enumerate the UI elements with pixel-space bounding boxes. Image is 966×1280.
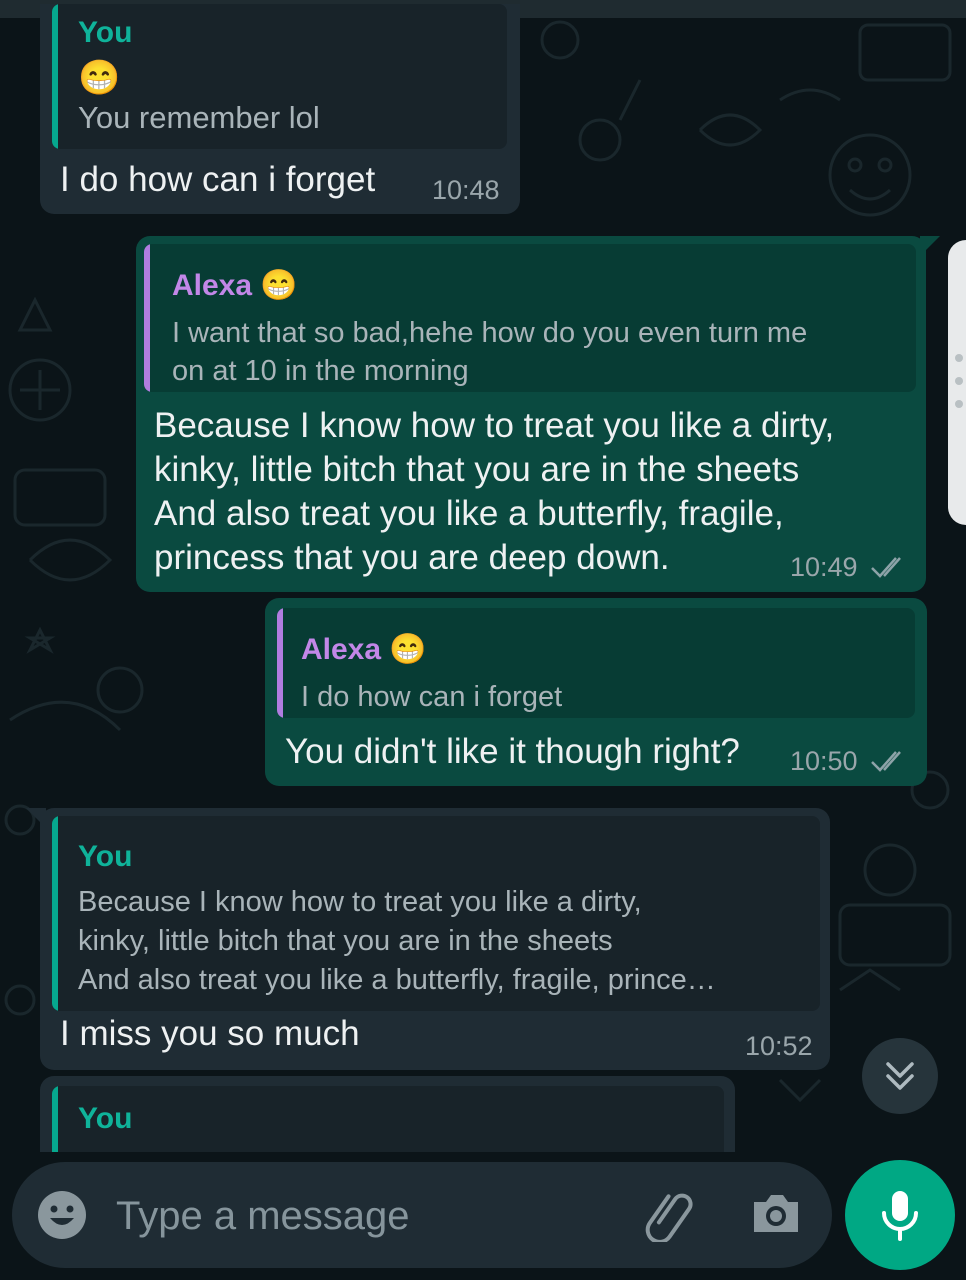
bubble-tail [26, 808, 46, 828]
quote-author: You [78, 840, 133, 873]
voice-message-button[interactable] [845, 1160, 955, 1270]
quote-text: You remember lol [78, 100, 320, 135]
handle-dot [955, 377, 963, 385]
emoji-icon [38, 1191, 86, 1239]
quote-emoji: 😁 [389, 633, 427, 666]
message-bubble-incoming[interactable]: You 😁 You remember lol I do how can i fo… [40, 4, 520, 214]
quote-emoji: 😁 [260, 269, 298, 302]
attach-button[interactable] [644, 1190, 700, 1247]
message-time: 10:52 [745, 1031, 813, 1061]
quote-bar [277, 608, 283, 718]
message-input[interactable] [114, 1186, 618, 1246]
read-ticks-icon [871, 557, 901, 578]
quote-text-line: I want that so bad,hehe how do you even … [172, 317, 808, 349]
attach-icon [645, 1193, 693, 1244]
emoji-button[interactable] [36, 1189, 88, 1246]
quote-author: Alexa [301, 633, 382, 666]
handle-dot [955, 354, 963, 362]
double-chevron-down-icon [886, 1062, 914, 1090]
message-bubble-incoming[interactable]: You Because I know how to treat you like… [26, 808, 830, 1070]
message-time: 10:50 [790, 746, 858, 776]
camera-button[interactable] [750, 1190, 802, 1241]
read-ticks-icon [871, 751, 901, 772]
message-bubble-outgoing[interactable]: Alexa 😁 I want that so bad,hehe how do y… [136, 236, 940, 592]
quote-bar [52, 1086, 58, 1152]
bubble-tail [920, 236, 940, 256]
message-text-line: And also treat you like a butterfly, fra… [154, 494, 784, 533]
quote-author: You [78, 16, 133, 49]
quote-text-line: Because I know how to treat you like a d… [78, 886, 642, 918]
message-text: I miss you so much [60, 1014, 360, 1053]
message-text-line: princess that you are deep down. [154, 538, 670, 577]
scroll-to-bottom-button[interactable] [862, 1038, 938, 1114]
quote-emoji: 😁 [78, 59, 121, 97]
quote-author: You [78, 1102, 133, 1135]
message-time: 10:48 [432, 175, 500, 205]
message-text: I do how can i forget [60, 160, 376, 199]
message-bubble-incoming[interactable]: You [40, 1076, 735, 1152]
message-bubble-outgoing[interactable]: Alexa 😁 I do how can i forget You didn't… [265, 598, 927, 786]
message-time: 10:49 [790, 552, 858, 582]
quoted-message[interactable]: You 😁 You remember lol [52, 4, 507, 149]
message-text: You didn't like it though right? [285, 732, 740, 771]
quote-text-line: kinky, little bitch that you are in the … [78, 925, 613, 957]
quoted-message[interactable]: You [52, 1086, 724, 1152]
quoted-message[interactable]: Alexa 😁 I want that so bad,hehe how do y… [144, 244, 916, 392]
quote-author: Alexa [172, 269, 253, 302]
quoted-message[interactable]: Alexa 😁 I do how can i forget [277, 608, 915, 718]
message-text-line: kinky, little bitch that you are in the … [154, 450, 800, 489]
message-text-line: Because I know how to treat you like a d… [154, 406, 835, 445]
quote-bar [52, 4, 58, 149]
quote-author-row: Alexa 😁 [301, 632, 427, 667]
message-composer [12, 1162, 832, 1268]
quote-text: I do how can i forget [301, 681, 563, 713]
quote-text-line: And also treat you like a butterfly, fra… [78, 964, 716, 996]
quote-bar [52, 816, 58, 1011]
mic-icon [882, 1191, 918, 1241]
quoted-message[interactable]: You Because I know how to treat you like… [52, 816, 820, 1011]
quote-author-row: Alexa 😁 [172, 268, 298, 303]
camera-icon [754, 1195, 798, 1232]
handle-dot [955, 400, 963, 408]
quote-bar [144, 244, 150, 392]
quote-text-line: on at 10 in the morning [172, 355, 469, 387]
